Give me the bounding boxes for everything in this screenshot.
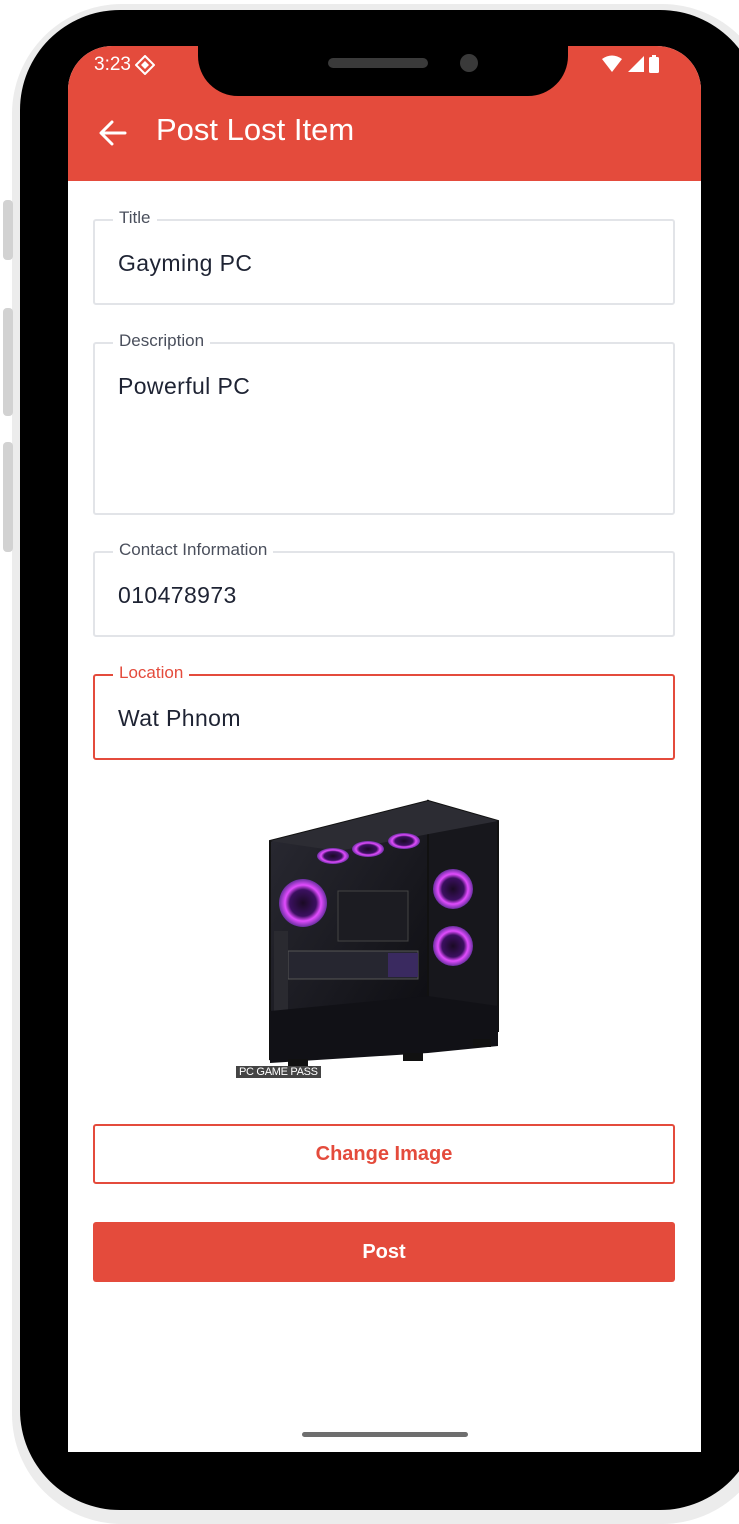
battery-icon xyxy=(649,55,659,73)
title-field[interactable]: Title Gayming PC xyxy=(93,208,675,305)
description-field-value: Powerful PC xyxy=(118,373,251,399)
post-button[interactable]: Post xyxy=(93,1222,675,1282)
contact-field-value: 010478973 xyxy=(118,582,237,608)
location-field-label: Location xyxy=(113,663,190,683)
home-indicator[interactable] xyxy=(302,1432,468,1437)
status-bar-time: 3:23 xyxy=(94,54,155,76)
change-image-button[interactable]: Change Image xyxy=(93,1124,675,1184)
side-button-volume-down xyxy=(3,442,13,552)
description-field[interactable]: Description Powerful PC xyxy=(93,331,675,515)
item-image xyxy=(269,799,499,1067)
contact-field-label: Contact Information xyxy=(113,540,274,560)
camera-notch xyxy=(198,46,568,96)
location-field-value: Wat Phnom xyxy=(118,705,241,731)
title-field-value: Gayming PC xyxy=(118,250,253,276)
sim-status-icon xyxy=(134,55,155,75)
speaker-grille xyxy=(328,58,428,68)
back-button[interactable] xyxy=(96,116,130,150)
wifi-icon xyxy=(602,55,622,72)
title-field-label: Title xyxy=(113,208,157,228)
side-button-top xyxy=(3,200,13,260)
app-screen: 3:23 Post Lost Item Title Gayming PC Des… xyxy=(68,46,701,1452)
contact-field[interactable]: Contact Information 010478973 xyxy=(93,540,675,637)
front-camera xyxy=(460,54,478,72)
arrow-left-icon xyxy=(99,120,127,146)
page-title: Post Lost Item xyxy=(156,112,355,147)
status-bar-icons xyxy=(601,55,659,73)
app-bar: 3:23 Post Lost Item xyxy=(68,46,701,181)
location-field[interactable]: Location Wat Phnom xyxy=(93,663,675,760)
status-time-text: 3:23 xyxy=(94,54,131,75)
signal-icon xyxy=(628,56,644,72)
description-field-label: Description xyxy=(113,331,211,351)
image-watermark: PC GAME PASS xyxy=(236,1066,321,1078)
side-button-volume-up xyxy=(3,308,13,416)
